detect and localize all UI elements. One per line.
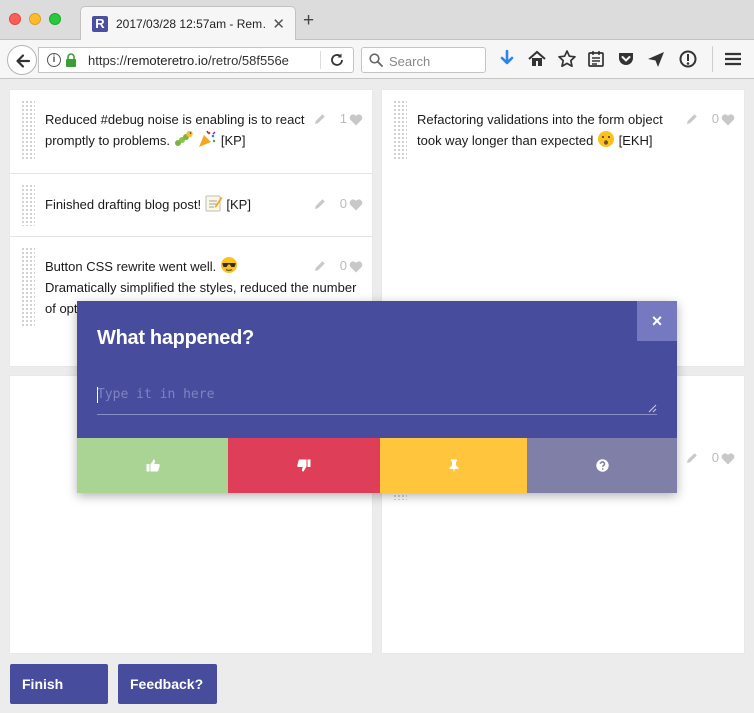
vote-heart-icon[interactable]: [349, 114, 363, 126]
reload-icon[interactable]: [329, 52, 345, 68]
edit-pencil-icon[interactable]: [686, 452, 698, 464]
question-circle-icon: [595, 459, 609, 472]
back-button[interactable]: [7, 45, 37, 75]
idea-text: Refactoring validations into the form ob…: [417, 109, 677, 151]
edit-pencil-icon[interactable]: [686, 113, 698, 125]
extension-icon[interactable]: [678, 49, 698, 69]
vote-count: 0: [339, 258, 347, 273]
idea-author: [KP]: [220, 133, 246, 148]
new-tab-icon[interactable]: +: [303, 11, 314, 30]
idea-author: [EKH]: [618, 133, 653, 148]
drag-handle-icon[interactable]: [21, 184, 35, 226]
idea-card[interactable]: Reduced #debug noise is enabling is to r…: [10, 90, 372, 174]
maximize-window-button[interactable]: [49, 13, 61, 25]
close-modal-button[interactable]: ×: [637, 301, 677, 341]
finish-retro-button[interactable]: Finish retro: [10, 664, 108, 704]
url-bar[interactable]: i https://remoteretro.io/retro/58f556e: [38, 47, 354, 73]
tab-close-icon[interactable]: ✕: [272, 15, 285, 33]
idea-card[interactable]: Finished drafting blog post! [KP] 0: [10, 174, 372, 237]
hamburger-menu-icon[interactable]: [723, 49, 743, 69]
url-host: remoteretro.io: [127, 53, 208, 68]
frowning-emoji-icon: [597, 131, 614, 147]
vote-count: 0: [711, 450, 719, 465]
search-placeholder: Search: [389, 54, 431, 69]
edit-pencil-icon[interactable]: [314, 260, 326, 272]
toolbar-separator: [712, 46, 713, 72]
category-buttons: [77, 438, 677, 493]
category-confused-button[interactable]: [527, 438, 677, 493]
home-icon[interactable]: [527, 49, 547, 69]
url-path: /retro/58f556e: [207, 53, 289, 68]
idea-input[interactable]: [97, 383, 657, 415]
sunglasses-emoji-icon: [220, 257, 237, 273]
idea-text: Reduced #debug noise is enabling is to r…: [45, 109, 305, 151]
category-happy-button[interactable]: [77, 438, 228, 493]
modal-title: What happened?: [97, 327, 254, 349]
vote-heart-icon[interactable]: [721, 114, 735, 126]
send-icon[interactable]: [646, 49, 666, 69]
search-bar[interactable]: Search: [361, 47, 486, 73]
back-arrow-icon: [16, 54, 31, 68]
category-sad-button[interactable]: [228, 438, 380, 493]
new-idea-modal: What happened? ×: [77, 301, 677, 493]
search-icon: [369, 53, 383, 67]
tab-title: 2017/03/28 12:57am - Rem…: [116, 17, 266, 31]
idea-author: [KP]: [226, 197, 251, 212]
vote-heart-icon[interactable]: [349, 199, 363, 211]
vote-heart-icon[interactable]: [349, 261, 363, 273]
thumbs-up-icon: [146, 459, 160, 472]
drag-handle-icon[interactable]: [393, 100, 407, 160]
feedback-button[interactable]: Feedback?: [118, 664, 217, 704]
bookmark-star-icon[interactable]: [557, 49, 577, 69]
minimize-window-button[interactable]: [29, 13, 41, 25]
idea-body: Button CSS rewrite went well.: [45, 259, 217, 274]
category-action-item-button[interactable]: [380, 438, 527, 493]
text-caret: [97, 387, 98, 403]
vote-count: 0: [339, 196, 347, 211]
drag-handle-icon[interactable]: [21, 247, 35, 327]
edit-pencil-icon[interactable]: [314, 113, 326, 125]
idea-text: Finished drafting blog post! [KP]: [45, 194, 305, 215]
download-icon[interactable]: [497, 49, 517, 69]
close-window-button[interactable]: [9, 13, 21, 25]
browser-navbar: i https://remoteretro.io/retro/58f556e S…: [0, 40, 754, 79]
browser-tab[interactable]: R 2017/03/28 12:57am - Rem… ✕: [80, 6, 296, 41]
pin-icon: [449, 459, 458, 473]
reading-list-icon[interactable]: [586, 49, 606, 69]
pocket-icon[interactable]: [616, 49, 636, 69]
caterpillar-emoji-icon: [174, 130, 193, 146]
edit-pencil-icon[interactable]: [314, 198, 326, 210]
idea-body: Finished drafting blog post!: [45, 197, 202, 212]
drag-handle-icon[interactable]: [21, 100, 35, 160]
vote-count: 0: [711, 111, 719, 126]
info-icon[interactable]: i: [47, 53, 61, 67]
url-scheme: https://: [88, 53, 128, 68]
url-separator: [320, 51, 321, 69]
vote-count: 1: [339, 111, 347, 126]
lock-icon: [66, 53, 76, 67]
url-text: https://remoteretro.io/retro/58f556e: [88, 53, 298, 68]
memo-emoji-icon: [205, 195, 223, 212]
party-popper-emoji-icon: [199, 130, 216, 147]
browser-tab-bar: R 2017/03/28 12:57am - Rem… ✕ +: [0, 0, 754, 41]
resize-grip-icon[interactable]: [648, 404, 657, 413]
thumbs-down-icon: [297, 459, 311, 472]
vote-heart-icon[interactable]: [721, 453, 735, 465]
idea-card[interactable]: Refactoring validations into the form ob…: [382, 90, 744, 174]
remoteretro-favicon-icon: R: [92, 16, 108, 32]
